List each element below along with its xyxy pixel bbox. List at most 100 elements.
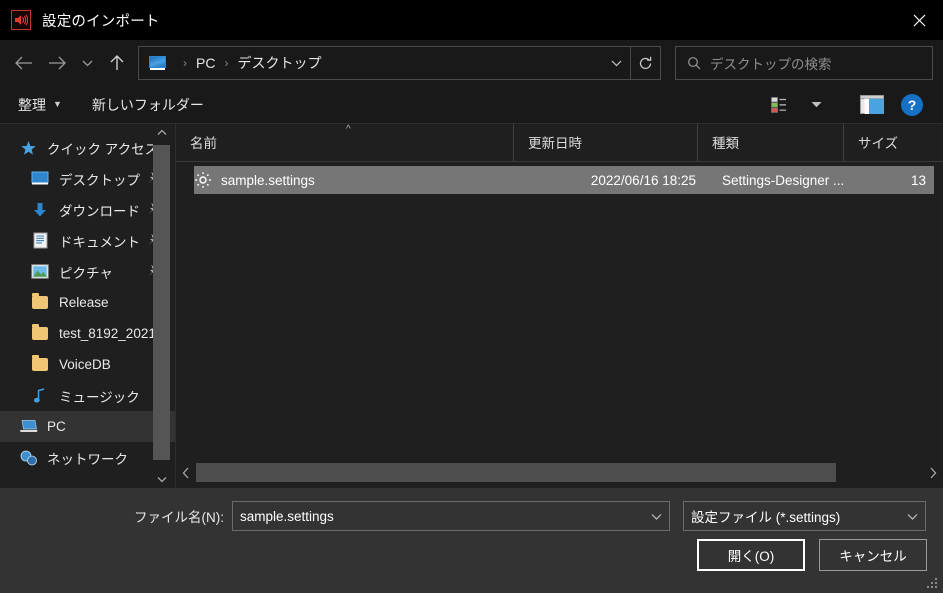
folder-icon: [30, 324, 50, 340]
sidebar-item-quick-access[interactable]: クイック アクセス: [0, 132, 176, 163]
forward-arrow-icon[interactable]: [40, 46, 74, 80]
file-name-label: sample.settings: [221, 172, 315, 188]
breadcrumb-separator: ›: [224, 56, 229, 70]
sidebar-item-pc[interactable]: PC: [0, 411, 176, 442]
sidebar-scrollbar[interactable]: [153, 124, 170, 488]
sidebar-item-label: デスクトップ: [59, 172, 140, 188]
breadcrumb-item-pc[interactable]: PC: [196, 55, 215, 71]
search-placeholder: デスクトップの検索: [710, 57, 832, 72]
dialog-body: クイック アクセス デスクトップ ダウンロード ドキュメント ピクチャ Rele…: [0, 123, 943, 488]
address-bar[interactable]: › PC › デスクトップ: [138, 46, 631, 80]
recent-locations-chevron-icon[interactable]: [74, 46, 100, 80]
music-note-icon: [30, 387, 50, 404]
sidebar-item-desktop[interactable]: デスクトップ: [0, 163, 176, 194]
refresh-icon[interactable]: [631, 46, 661, 80]
navigation-sidebar: クイック アクセス デスクトップ ダウンロード ドキュメント ピクチャ Rele…: [0, 124, 176, 488]
search-icon: [687, 56, 701, 70]
table-row[interactable]: sample.settings 2022/06/16 18:25 Setting…: [194, 166, 934, 194]
sort-ascending-icon: ^: [346, 124, 351, 135]
filename-value: sample.settings: [240, 508, 334, 524]
column-header-label: サイズ: [858, 136, 899, 151]
sidebar-item-music[interactable]: ミュージック: [0, 380, 176, 411]
view-chevron-down-icon[interactable]: [799, 90, 833, 120]
folder-icon: [30, 293, 50, 309]
file-list-pane: 名前 ^ 更新日時 種類 サイズ sample.settings 2022/06…: [176, 123, 943, 488]
scroll-up-chevron-icon[interactable]: [153, 124, 170, 141]
breadcrumb-item-desktop[interactable]: デスクトップ: [237, 53, 321, 73]
folder-icon: [30, 355, 50, 371]
address-chevron-down-icon[interactable]: [602, 47, 630, 79]
command-bar: 整理 ▼ 新しいフォルダー ?: [0, 86, 943, 124]
horizontal-scroll-thumb[interactable]: [196, 463, 836, 482]
column-header-date[interactable]: 更新日時: [514, 123, 698, 161]
sidebar-item-voicedb[interactable]: VoiceDB: [0, 349, 176, 380]
filename-input[interactable]: sample.settings: [232, 501, 670, 531]
settings-gear-icon: [194, 171, 212, 189]
column-header-label: 更新日時: [528, 136, 582, 151]
sidebar-item-network[interactable]: ネットワーク: [0, 442, 176, 473]
speaker-icon: [11, 10, 31, 30]
preview-pane-icon[interactable]: [855, 90, 889, 120]
command-bar-right-group: ?: [765, 90, 931, 120]
breadcrumb-separator: ›: [183, 56, 187, 70]
sidebar-item-documents[interactable]: ドキュメント: [0, 225, 176, 256]
back-arrow-icon[interactable]: [6, 46, 40, 80]
file-name-cell: sample.settings: [194, 171, 524, 189]
this-pc-icon: [149, 56, 166, 70]
filter-chevron-down-icon[interactable]: [899, 513, 925, 520]
file-type-filter-value: 設定ファイル (*.settings): [691, 510, 841, 525]
document-icon: [30, 232, 50, 249]
file-date-cell: 2022/06/16 18:25: [590, 172, 696, 188]
desktop-icon: [30, 171, 50, 186]
scroll-down-chevron-icon[interactable]: [153, 471, 170, 488]
scroll-left-chevron-icon[interactable]: [176, 463, 196, 482]
file-type-cell: Settings-Designer ...: [722, 172, 845, 188]
column-header-label: 種類: [712, 136, 739, 151]
cancel-button[interactable]: キャンセル: [819, 539, 927, 571]
column-header-type[interactable]: 種類: [698, 123, 844, 161]
filename-label: ファイル名(N):: [134, 510, 224, 525]
file-rows: sample.settings 2022/06/16 18:25 Setting…: [176, 162, 943, 463]
horizontal-scrollbar[interactable]: [176, 463, 943, 482]
organize-button[interactable]: 整理 ▼: [18, 95, 62, 115]
sidebar-item-label: ダウンロード: [59, 203, 140, 219]
chevron-down-icon: ▼: [53, 99, 62, 109]
column-header-size[interactable]: サイズ: [844, 123, 943, 161]
new-folder-label: 新しいフォルダー: [91, 96, 204, 113]
download-icon: [30, 202, 50, 218]
sidebar-item-label: Release: [59, 295, 109, 310]
search-input[interactable]: デスクトップの検索: [675, 46, 933, 80]
pc-icon: [18, 419, 38, 434]
column-header-row: 名前 ^ 更新日時 種類 サイズ: [176, 123, 943, 162]
help-button[interactable]: ?: [901, 93, 923, 116]
horizontal-scroll-track[interactable]: [196, 463, 923, 482]
sidebar-item-label: test_8192_20211: [59, 326, 163, 341]
sidebar-scroll-thumb[interactable]: [153, 145, 170, 460]
window-title: 設定のインポート: [42, 13, 160, 30]
sidebar-item-test-8192[interactable]: test_8192_20211: [0, 318, 176, 349]
resize-grip[interactable]: [927, 578, 939, 590]
sidebar-item-label: ピクチャ: [59, 265, 113, 281]
sidebar-item-label: ドキュメント: [59, 234, 140, 250]
close-icon[interactable]: [896, 0, 943, 40]
sidebar-item-label: クイック アクセス: [47, 141, 159, 157]
sidebar-item-label: ミュージック: [59, 389, 140, 405]
filename-chevron-down-icon[interactable]: [643, 513, 669, 520]
up-arrow-icon[interactable]: [100, 46, 134, 80]
star-icon: [18, 140, 38, 156]
file-type-filter-select[interactable]: 設定ファイル (*.settings): [683, 501, 926, 531]
filename-row: ファイル名(N): sample.settings 設定ファイル (*.sett…: [0, 501, 943, 531]
file-size-cell: 13: [910, 172, 926, 188]
sidebar-item-pictures[interactable]: ピクチャ: [0, 256, 176, 287]
open-button[interactable]: 開く(O): [697, 539, 805, 571]
column-header-label: 名前: [190, 136, 217, 151]
sidebar-scroll-track[interactable]: [153, 141, 170, 471]
network-icon: [18, 450, 38, 466]
new-folder-button[interactable]: 新しいフォルダー: [92, 95, 204, 115]
sidebar-item-release[interactable]: Release: [0, 287, 176, 318]
column-header-name[interactable]: 名前 ^: [176, 123, 514, 161]
sidebar-item-downloads[interactable]: ダウンロード: [0, 194, 176, 225]
view-list-icon[interactable]: [765, 90, 799, 120]
scroll-right-chevron-icon[interactable]: [923, 463, 943, 482]
sidebar-item-label: VoiceDB: [59, 357, 111, 372]
